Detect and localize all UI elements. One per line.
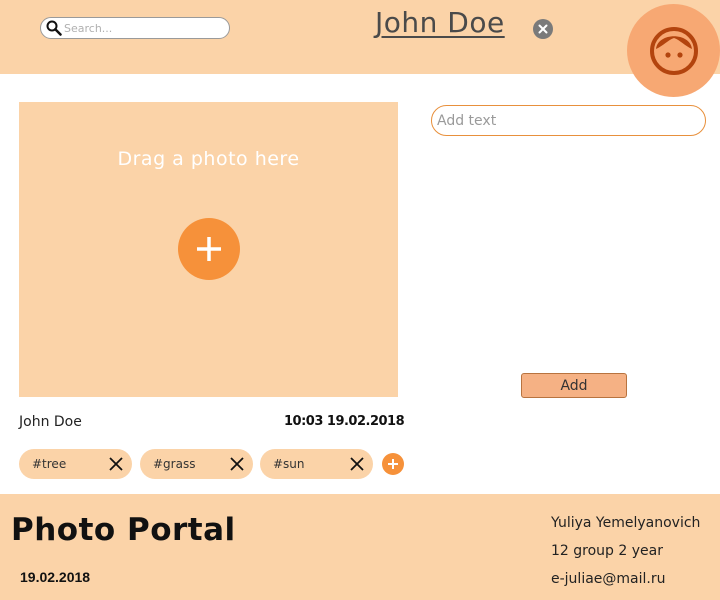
search-input[interactable] [64, 19, 224, 37]
user-face-icon [650, 27, 698, 75]
profile-name[interactable]: John Doe [375, 6, 505, 39]
remove-tag-icon[interactable] [230, 457, 244, 471]
tag-chip: #grass [140, 449, 253, 479]
add-button[interactable]: Add [521, 373, 627, 398]
add-tag-button[interactable] [382, 453, 404, 475]
add-photo-button[interactable] [178, 218, 240, 280]
tag-label: #sun [273, 457, 305, 471]
tag-label: #grass [153, 457, 196, 471]
photo-dropzone[interactable]: Drag a photo here [19, 102, 398, 397]
author-name: John Doe [19, 414, 82, 430]
plus-icon [197, 237, 221, 261]
group-credit: 12 group 2 year [551, 543, 663, 559]
close-icon[interactable] [533, 19, 553, 39]
avatar[interactable] [627, 4, 720, 97]
timestamp: 10:03 19.02.2018 [284, 414, 405, 429]
comment-input[interactable] [431, 105, 706, 136]
dropzone-label: Drag a photo here [117, 148, 300, 170]
brand-title: Photo Portal [11, 512, 236, 548]
footer: Photo Portal 19.02.2018 Yuliya Yemelyano… [0, 494, 720, 600]
tag-label: #tree [32, 457, 67, 471]
footer-date: 19.02.2018 [20, 569, 91, 585]
search-box[interactable] [40, 17, 230, 39]
header: John Doe [0, 0, 720, 97]
tag-chip: #tree [19, 449, 132, 479]
remove-tag-icon[interactable] [109, 457, 123, 471]
plus-icon [388, 459, 398, 469]
tag-chip: #sun [260, 449, 373, 479]
email-credit: e-juliae@mail.ru [551, 571, 666, 587]
remove-tag-icon[interactable] [350, 457, 364, 471]
search-icon[interactable] [46, 20, 62, 36]
author-credit: Yuliya Yemelyanovich [551, 515, 701, 531]
